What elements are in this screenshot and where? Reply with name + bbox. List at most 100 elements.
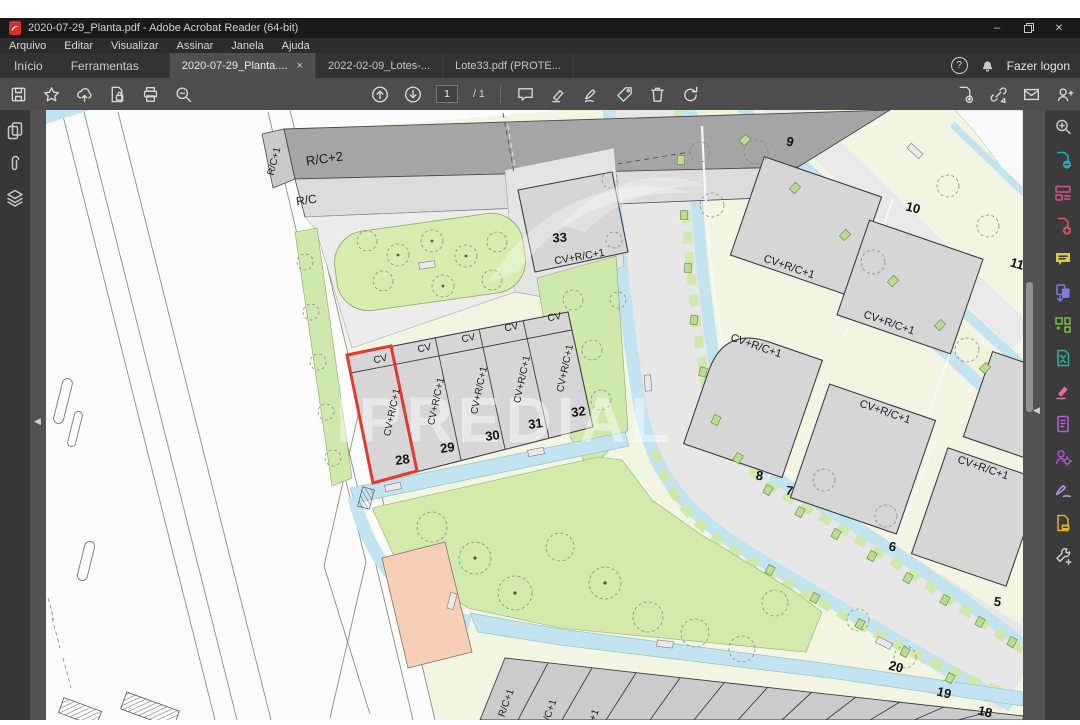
redact-button[interactable] (1045, 374, 1080, 407)
window-title: 2020-07-29_Planta.pdf - Adobe Acrobat Re… (28, 22, 298, 34)
toolbar-left-group (8, 78, 193, 110)
account-button[interactable] (1054, 84, 1074, 104)
tab-home[interactable]: Início (0, 53, 57, 78)
left-panel-collapse-arrow[interactable]: ◀ (34, 417, 41, 426)
restore-button[interactable] (1016, 18, 1042, 38)
export-tools-button[interactable] (955, 84, 975, 104)
redo-icon (681, 85, 700, 104)
tab-tools[interactable]: Ferramentas (57, 53, 153, 78)
attachments-button[interactable] (0, 147, 30, 181)
comment-bubble-icon (516, 85, 535, 104)
search-button[interactable] (1045, 110, 1080, 143)
stamp-button[interactable] (1045, 506, 1080, 539)
create-pdf-icon (1053, 216, 1073, 236)
layers-button[interactable] (0, 181, 30, 215)
menu-item-editar[interactable]: Editar (55, 40, 102, 52)
compress-button[interactable] (1045, 341, 1080, 374)
page-thumbnails-icon (5, 120, 25, 140)
combine-button[interactable] (1045, 275, 1080, 308)
attachments-icon (5, 154, 25, 174)
link-icon (989, 85, 1008, 104)
compress-icon (1053, 348, 1073, 368)
sign-tool-button[interactable] (582, 84, 602, 104)
highlighter-icon (549, 85, 568, 104)
close-button[interactable]: ✕ (1046, 18, 1072, 38)
vertical-scrollbar[interactable] (1026, 282, 1033, 412)
tab-bar: Início Ferramentas 2020-07-29_Planta....… (0, 53, 1080, 78)
printer-icon (141, 85, 160, 104)
cloud-upload-icon (75, 85, 94, 104)
map-label: 30 (484, 427, 500, 444)
save-button[interactable] (8, 84, 28, 104)
notifications-button[interactable] (980, 58, 995, 73)
menu-item-visualizar[interactable]: Visualizar (102, 40, 168, 52)
map-label: 29 (439, 439, 455, 456)
help-button[interactable]: ? (951, 57, 968, 74)
share-link-button[interactable] (988, 84, 1008, 104)
page-thumbnails-button[interactable] (0, 113, 30, 147)
restore-icon (1024, 23, 1034, 33)
title-bar: 2020-07-29_Planta.pdf - Adobe Acrobat Re… (0, 18, 1080, 38)
login-button[interactable]: Fazer logon (1007, 59, 1070, 73)
star-icon (42, 85, 61, 104)
delete-button[interactable] (648, 84, 668, 104)
left-panel-rail (0, 110, 30, 720)
sign-icon (1053, 480, 1073, 500)
export-pdf-icon (1053, 150, 1073, 170)
right-panel-collapse-arrow[interactable]: ◀ (1033, 406, 1040, 415)
highlight-tool-button[interactable] (549, 84, 569, 104)
layers-icon (5, 188, 25, 208)
comment-tool-button[interactable] (516, 84, 536, 104)
minimize-button[interactable]: – (984, 18, 1010, 38)
print-button[interactable] (140, 84, 160, 104)
document-gear-icon (956, 85, 975, 104)
scan-icon (1053, 414, 1073, 434)
email-button[interactable] (1021, 84, 1041, 104)
menu-item-ajuda[interactable]: Ajuda (273, 40, 319, 52)
create-pdf-button[interactable] (1045, 209, 1080, 242)
document-tabs: 2020-07-29_Planta.... × 2022-02-09_Lotes-.… (169, 53, 574, 78)
document-tab-label: 2020-07-29_Planta.... (182, 60, 288, 72)
tools-button[interactable] (1045, 539, 1080, 572)
protect-document-button[interactable] (107, 84, 127, 104)
comment-button[interactable] (1045, 242, 1080, 275)
arrow-down-circle-icon (403, 84, 423, 105)
search-icon (174, 85, 193, 104)
tab-close-icon[interactable]: × (297, 60, 303, 72)
next-page-button[interactable] (403, 84, 423, 104)
find-button[interactable] (173, 84, 193, 104)
document-tab-1[interactable]: 2022-02-09_Lotes-... (315, 53, 442, 78)
envelope-icon (1022, 85, 1041, 104)
person-plus-icon (1055, 85, 1074, 104)
combine-icon (1053, 282, 1073, 302)
edit-pdf-button[interactable] (1045, 176, 1080, 209)
toolbar-right-group (955, 78, 1074, 110)
document-tab-2[interactable]: Lote33.pdf (PROTE... (442, 53, 574, 78)
scan-button[interactable] (1045, 407, 1080, 440)
sign-button[interactable] (1045, 473, 1080, 506)
map-label: 31 (527, 415, 543, 432)
stamp-tag-icon (615, 85, 634, 104)
tabbar-right-cluster: ? Fazer logon (951, 53, 1070, 78)
redact-icon (1053, 381, 1073, 401)
menu-item-arquivo[interactable]: Arquivo (0, 40, 55, 52)
document-tab-0[interactable]: 2020-07-29_Planta.... × (169, 53, 315, 78)
desktop-margin (0, 0, 1080, 18)
acrobat-pdf-icon (9, 21, 21, 35)
pdf-page: IPREDIAL R/C+2R/CR/C+133CV+R/C+1CVCVCVCV… (46, 110, 1023, 720)
favorite-button[interactable] (41, 84, 61, 104)
arrow-up-circle-icon (370, 84, 390, 105)
export-pdf-button[interactable] (1045, 143, 1080, 176)
menu-item-assinar[interactable]: Assinar (168, 40, 223, 52)
right-tools-rail (1045, 110, 1080, 720)
share-cloud-button[interactable] (74, 84, 94, 104)
redo-button[interactable] (681, 84, 701, 104)
stamp-tool-button[interactable] (615, 84, 635, 104)
document-tab-label: 2022-02-09_Lotes-... (328, 60, 430, 72)
tools-icon (1053, 546, 1073, 566)
previous-page-button[interactable] (370, 84, 390, 104)
organize-button[interactable] (1045, 308, 1080, 341)
protect-button[interactable] (1045, 440, 1080, 473)
menu-item-janela[interactable]: Janela (222, 40, 272, 52)
page-number-input[interactable]: 1 (436, 85, 458, 103)
